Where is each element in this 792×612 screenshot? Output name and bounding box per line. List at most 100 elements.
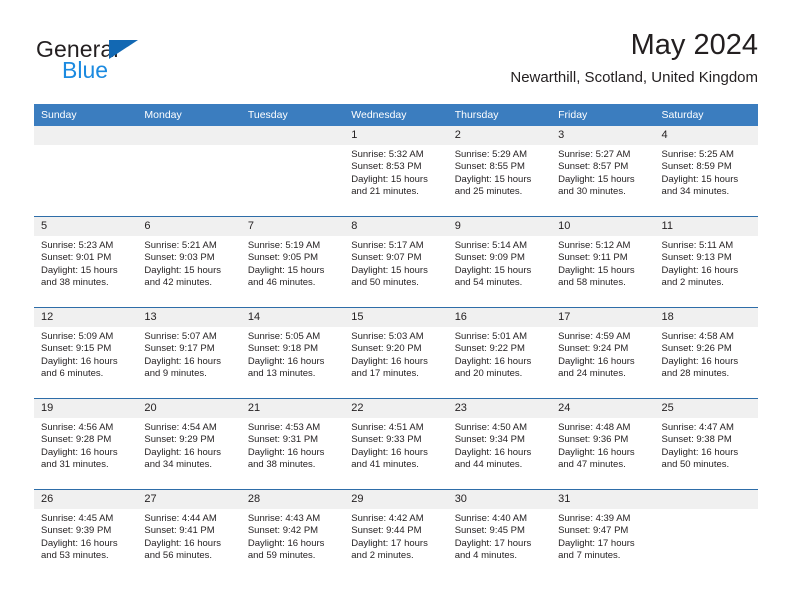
calendar-day-cell[interactable]: 20 Sunrise: 4:54 AM Sunset: 9:29 PM Dayligh… [137,398,241,490]
daylight-duration-line1: Daylight: 15 hours [247,264,325,276]
sunrise-time: Sunrise: 5:25 AM [661,149,734,160]
weekday-header-friday: Friday [551,104,655,126]
calendar-day-cell[interactable]: 26 Sunrise: 4:45 AM Sunset: 9:39 PM Dayligh… [34,489,138,580]
daylight-duration-line2: and 28 minutes. [661,368,730,380]
page-header: General Blue May 2024 Newarthill, Scotla… [34,28,758,98]
day-details: Sunrise: 4:48 AM Sunset: 9:36 PM Daylight:… [551,418,654,472]
calendar-day-cell[interactable]: 21 Sunrise: 4:53 AM Sunset: 9:31 PM Dayligh… [240,398,345,490]
daylight-duration-line2: and 47 minutes. [558,459,626,471]
calendar-week-row: 1 Sunrise: 5:32 AM Sunset: 8:53 PM Daylight… [34,126,758,217]
sunset-time: Sunset: 9:28 PM [41,434,112,446]
sunrise-time: Sunrise: 4:58 AM [661,331,734,342]
sunrise-time: Sunrise: 5:17 AM [351,240,424,251]
calendar-day-cell[interactable]: 29 Sunrise: 4:42 AM Sunset: 9:44 PM Dayligh… [344,489,448,580]
calendar-day-cell[interactable]: 9 Sunrise: 5:14 AM Sunset: 9:09 PM Daylight… [447,216,552,308]
day-number: 8 [344,217,448,236]
daylight-duration-line2: and 42 minutes. [144,277,213,289]
sunset-time: Sunset: 9:38 PM [661,434,732,446]
day-number: 13 [137,308,241,327]
sunrise-time: Sunrise: 4:54 AM [144,422,217,433]
sunrise-time: Sunrise: 5:12 AM [558,240,631,251]
day-details: Sunrise: 4:44 AM Sunset: 9:41 PM Daylight:… [137,509,240,563]
daylight-duration-line1: Daylight: 17 hours [454,537,532,549]
logo-triangle-icon [109,40,138,59]
sunrise-time: Sunrise: 4:47 AM [661,422,734,433]
daylight-duration-line1: Daylight: 16 hours [41,537,118,549]
calendar-day-cell[interactable]: 24 Sunrise: 4:48 AM Sunset: 9:36 PM Dayligh… [551,398,655,490]
calendar-day-cell[interactable]: 17 Sunrise: 4:59 AM Sunset: 9:24 PM Dayligh… [551,307,655,399]
day-number: 15 [344,308,448,327]
day-details: Sunrise: 5:32 AM Sunset: 8:53 PM Daylight:… [344,145,447,199]
calendar-day-cell[interactable]: 30 Sunrise: 4:40 AM Sunset: 9:45 PM Dayligh… [447,489,552,580]
daylight-duration-line2: and 46 minutes. [247,277,316,289]
daylight-duration-line1: Daylight: 16 hours [351,355,428,367]
calendar-day-cell[interactable]: 4 Sunrise: 5:25 AM Sunset: 8:59 PM Daylight… [654,126,758,217]
daylight-duration-line2: and 59 minutes. [247,550,316,562]
day-number: 30 [447,490,552,509]
calendar-day-cell[interactable]: 25 Sunrise: 4:47 AM Sunset: 9:38 PM Dayligh… [654,398,758,490]
calendar-day-cell[interactable]: 22 Sunrise: 4:51 AM Sunset: 9:33 PM Dayligh… [344,398,448,490]
day-details: Sunrise: 5:25 AM Sunset: 8:59 PM Daylight:… [655,145,758,199]
day-number: 23 [447,399,552,418]
sunset-time: Sunset: 8:57 PM [558,161,629,173]
calendar-day-cell[interactable]: 5 Sunrise: 5:23 AM Sunset: 9:01 PM Daylight… [34,216,138,308]
calendar-day-cell[interactable]: 11 Sunrise: 5:11 AM Sunset: 9:13 PM Dayligh… [654,216,758,308]
weekday-header-wednesday: Wednesday [344,104,448,126]
daylight-duration-line2: and 24 minutes. [558,368,626,380]
day-details: Sunrise: 4:40 AM Sunset: 9:45 PM Daylight:… [448,509,551,563]
calendar-day-cell[interactable]: 28 Sunrise: 4:43 AM Sunset: 9:42 PM Dayligh… [240,489,345,580]
sunrise-time: Sunrise: 4:45 AM [41,513,114,524]
calendar-day-cell[interactable]: 14 Sunrise: 5:05 AM Sunset: 9:18 PM Dayligh… [240,307,345,399]
calendar-day-cell[interactable]: 7 Sunrise: 5:19 AM Sunset: 9:05 PM Daylight… [240,216,345,308]
calendar-day-cell[interactable]: 19 Sunrise: 4:56 AM Sunset: 9:28 PM Dayligh… [34,398,138,490]
calendar-day-cell[interactable]: 6 Sunrise: 5:21 AM Sunset: 9:03 PM Daylight… [137,216,241,308]
calendar-day-cell[interactable]: 2 Sunrise: 5:29 AM Sunset: 8:55 PM Daylight… [447,126,552,217]
day-number: 28 [240,490,345,509]
daylight-duration-line1: Daylight: 16 hours [247,355,325,367]
calendar-day-cell[interactable]: 15 Sunrise: 5:03 AM Sunset: 9:20 PM Dayligh… [344,307,448,399]
general-blue-logo[interactable]: General Blue [34,36,264,96]
sunrise-time: Sunrise: 5:23 AM [41,240,114,251]
day-number: 26 [34,490,138,509]
calendar-day-cell[interactable]: 13 Sunrise: 5:07 AM Sunset: 9:17 PM Dayligh… [137,307,241,399]
sunrise-time: Sunrise: 5:21 AM [144,240,217,251]
calendar-day-cell[interactable]: 10 Sunrise: 5:12 AM Sunset: 9:11 PM Dayligh… [551,216,655,308]
day-number: 3 [551,126,655,145]
sunset-time: Sunset: 8:53 PM [351,161,422,173]
day-number: 29 [344,490,448,509]
daylight-duration-line1: Daylight: 16 hours [558,355,635,367]
calendar-day-cell[interactable]: 12 Sunrise: 5:09 AM Sunset: 9:15 PM Dayligh… [34,307,138,399]
sunrise-time: Sunrise: 5:27 AM [558,149,631,160]
day-details: Sunrise: 5:03 AM Sunset: 9:20 PM Daylight:… [344,327,447,381]
sunset-time: Sunset: 9:41 PM [144,525,215,537]
calendar-day-cell[interactable]: 31 Sunrise: 4:39 AM Sunset: 9:47 PM Dayligh… [551,489,655,580]
daylight-duration-line1: Daylight: 16 hours [247,446,325,458]
day-number: 9 [447,217,552,236]
calendar-day-cell[interactable]: 27 Sunrise: 4:44 AM Sunset: 9:41 PM Dayligh… [137,489,241,580]
day-details: Sunrise: 4:51 AM Sunset: 9:33 PM Daylight:… [344,418,447,472]
day-number: 10 [551,217,655,236]
daylight-duration-line2: and 50 minutes. [351,277,419,289]
title-block: May 2024 Newarthill, Scotland, United Ki… [510,28,758,89]
sunset-time: Sunset: 9:11 PM [558,252,628,264]
day-number [34,126,138,145]
day-number: 22 [344,399,448,418]
sunset-time: Sunset: 9:13 PM [661,252,732,264]
calendar-day-cell-empty [240,126,345,217]
calendar-day-cell[interactable]: 1 Sunrise: 5:32 AM Sunset: 8:53 PM Daylight… [344,126,448,217]
sunrise-time: Sunrise: 5:03 AM [351,331,424,342]
sunrise-time: Sunrise: 4:42 AM [351,513,424,524]
day-details: Sunrise: 5:09 AM Sunset: 9:15 PM Daylight:… [34,327,137,381]
calendar-day-cell[interactable]: 8 Sunrise: 5:17 AM Sunset: 9:07 PM Daylight… [344,216,448,308]
sunset-time: Sunset: 9:34 PM [454,434,525,446]
calendar-day-cell[interactable]: 18 Sunrise: 4:58 AM Sunset: 9:26 PM Dayligh… [654,307,758,399]
sunrise-time: Sunrise: 5:05 AM [247,331,321,342]
daylight-duration-line2: and 20 minutes. [454,368,523,380]
daylight-duration-line2: and 41 minutes. [351,459,419,471]
daylight-duration-line1: Daylight: 17 hours [558,537,635,549]
daylight-duration-line1: Daylight: 16 hours [144,537,221,549]
calendar-day-cell[interactable]: 23 Sunrise: 4:50 AM Sunset: 9:34 PM Dayligh… [447,398,552,490]
calendar-day-cell[interactable]: 16 Sunrise: 5:01 AM Sunset: 9:22 PM Dayligh… [447,307,552,399]
daylight-duration-line1: Daylight: 15 hours [661,173,739,185]
calendar-day-cell[interactable]: 3 Sunrise: 5:27 AM Sunset: 8:57 PM Daylight… [551,126,655,217]
